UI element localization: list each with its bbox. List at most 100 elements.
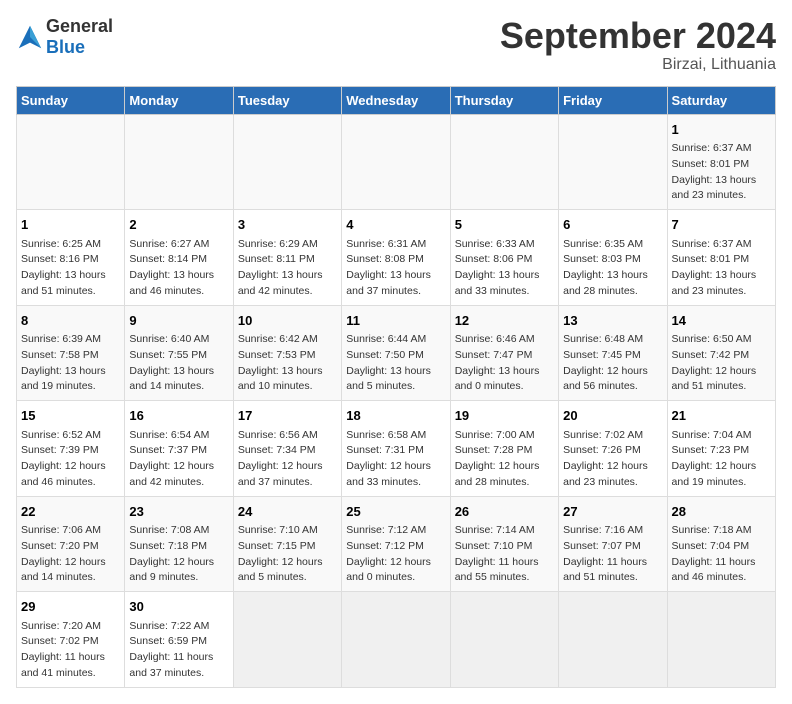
calendar-cell: 7Sunrise: 6:37 AMSunset: 8:01 PMDaylight…	[667, 210, 775, 306]
day-header-tuesday: Tuesday	[233, 86, 341, 114]
calendar-week-0: 1Sunrise: 6:37 AMSunset: 8:01 PMDaylight…	[17, 114, 776, 210]
calendar-cell: 10Sunrise: 6:42 AMSunset: 7:53 PMDayligh…	[233, 305, 341, 401]
calendar-cell	[233, 592, 341, 688]
calendar-cell: 16Sunrise: 6:54 AMSunset: 7:37 PMDayligh…	[125, 401, 233, 497]
calendar-cell: 30Sunrise: 7:22 AMSunset: 6:59 PMDayligh…	[125, 592, 233, 688]
day-info: Sunrise: 6:31 AMSunset: 8:08 PMDaylight:…	[346, 237, 445, 300]
calendar-cell	[233, 114, 341, 210]
day-info: Sunrise: 7:22 AMSunset: 6:59 PMDaylight:…	[129, 619, 228, 682]
calendar-cell: 28Sunrise: 7:18 AMSunset: 7:04 PMDayligh…	[667, 496, 775, 592]
calendar-cell: 26Sunrise: 7:14 AMSunset: 7:10 PMDayligh…	[450, 496, 558, 592]
day-info: Sunrise: 6:37 AMSunset: 8:01 PMDaylight:…	[672, 237, 771, 300]
calendar-cell	[342, 114, 450, 210]
calendar-cell: 22Sunrise: 7:06 AMSunset: 7:20 PMDayligh…	[17, 496, 125, 592]
calendar-cell	[559, 592, 667, 688]
calendar-cell: 23Sunrise: 7:08 AMSunset: 7:18 PMDayligh…	[125, 496, 233, 592]
calendar-cell: 5Sunrise: 6:33 AMSunset: 8:06 PMDaylight…	[450, 210, 558, 306]
day-info: Sunrise: 6:39 AMSunset: 7:58 PMDaylight:…	[21, 332, 120, 395]
calendar-cell: 8Sunrise: 6:39 AMSunset: 7:58 PMDaylight…	[17, 305, 125, 401]
calendar-cell: 20Sunrise: 7:02 AMSunset: 7:26 PMDayligh…	[559, 401, 667, 497]
day-number: 19	[455, 406, 554, 426]
logo-icon	[16, 23, 44, 51]
day-info: Sunrise: 7:04 AMSunset: 7:23 PMDaylight:…	[672, 428, 771, 491]
day-number: 4	[346, 215, 445, 235]
calendar-table: SundayMondayTuesdayWednesdayThursdayFrid…	[16, 86, 776, 688]
day-number: 13	[563, 311, 662, 331]
calendar-cell: 12Sunrise: 6:46 AMSunset: 7:47 PMDayligh…	[450, 305, 558, 401]
day-number: 1	[672, 120, 771, 140]
day-info: Sunrise: 7:02 AMSunset: 7:26 PMDaylight:…	[563, 428, 662, 491]
day-number: 24	[238, 502, 337, 522]
day-number: 17	[238, 406, 337, 426]
day-info: Sunrise: 6:35 AMSunset: 8:03 PMDaylight:…	[563, 237, 662, 300]
calendar-cell: 14Sunrise: 6:50 AMSunset: 7:42 PMDayligh…	[667, 305, 775, 401]
day-info: Sunrise: 7:18 AMSunset: 7:04 PMDaylight:…	[672, 523, 771, 586]
day-header-saturday: Saturday	[667, 86, 775, 114]
calendar-cell: 2Sunrise: 6:27 AMSunset: 8:14 PMDaylight…	[125, 210, 233, 306]
calendar-cell: 21Sunrise: 7:04 AMSunset: 7:23 PMDayligh…	[667, 401, 775, 497]
day-info: Sunrise: 7:10 AMSunset: 7:15 PMDaylight:…	[238, 523, 337, 586]
page-header: General Blue September 2024 Birzai, Lith…	[16, 16, 776, 74]
day-number: 1	[21, 215, 120, 235]
calendar-cell	[559, 114, 667, 210]
day-info: Sunrise: 6:50 AMSunset: 7:42 PMDaylight:…	[672, 332, 771, 395]
calendar-cell: 27Sunrise: 7:16 AMSunset: 7:07 PMDayligh…	[559, 496, 667, 592]
day-info: Sunrise: 7:16 AMSunset: 7:07 PMDaylight:…	[563, 523, 662, 586]
day-number: 30	[129, 597, 228, 617]
day-number: 6	[563, 215, 662, 235]
calendar-cell	[125, 114, 233, 210]
day-number: 11	[346, 311, 445, 331]
day-info: Sunrise: 6:25 AMSunset: 8:16 PMDaylight:…	[21, 237, 120, 300]
day-info: Sunrise: 7:00 AMSunset: 7:28 PMDaylight:…	[455, 428, 554, 491]
calendar-cell: 11Sunrise: 6:44 AMSunset: 7:50 PMDayligh…	[342, 305, 450, 401]
day-info: Sunrise: 6:56 AMSunset: 7:34 PMDaylight:…	[238, 428, 337, 491]
day-number: 5	[455, 215, 554, 235]
logo-blue-text: Blue	[46, 37, 85, 57]
calendar-cell: 6Sunrise: 6:35 AMSunset: 8:03 PMDaylight…	[559, 210, 667, 306]
day-info: Sunrise: 7:08 AMSunset: 7:18 PMDaylight:…	[129, 523, 228, 586]
day-number: 8	[21, 311, 120, 331]
logo-general-text: General	[46, 16, 113, 36]
day-number: 25	[346, 502, 445, 522]
day-number: 2	[129, 215, 228, 235]
day-info: Sunrise: 6:44 AMSunset: 7:50 PMDaylight:…	[346, 332, 445, 395]
calendar-cell	[667, 592, 775, 688]
day-number: 22	[21, 502, 120, 522]
logo: General Blue	[16, 16, 113, 58]
calendar-week-3: 15Sunrise: 6:52 AMSunset: 7:39 PMDayligh…	[17, 401, 776, 497]
calendar-cell: 29Sunrise: 7:20 AMSunset: 7:02 PMDayligh…	[17, 592, 125, 688]
day-header-monday: Monday	[125, 86, 233, 114]
day-info: Sunrise: 6:52 AMSunset: 7:39 PMDaylight:…	[21, 428, 120, 491]
day-number: 21	[672, 406, 771, 426]
day-number: 27	[563, 502, 662, 522]
calendar-cell: 17Sunrise: 6:56 AMSunset: 7:34 PMDayligh…	[233, 401, 341, 497]
day-info: Sunrise: 7:06 AMSunset: 7:20 PMDaylight:…	[21, 523, 120, 586]
day-number: 10	[238, 311, 337, 331]
calendar-cell: 24Sunrise: 7:10 AMSunset: 7:15 PMDayligh…	[233, 496, 341, 592]
calendar-cell: 15Sunrise: 6:52 AMSunset: 7:39 PMDayligh…	[17, 401, 125, 497]
day-info: Sunrise: 6:29 AMSunset: 8:11 PMDaylight:…	[238, 237, 337, 300]
calendar-week-4: 22Sunrise: 7:06 AMSunset: 7:20 PMDayligh…	[17, 496, 776, 592]
day-header-friday: Friday	[559, 86, 667, 114]
day-number: 9	[129, 311, 228, 331]
calendar-week-1: 1Sunrise: 6:25 AMSunset: 8:16 PMDaylight…	[17, 210, 776, 306]
day-info: Sunrise: 6:58 AMSunset: 7:31 PMDaylight:…	[346, 428, 445, 491]
day-info: Sunrise: 6:54 AMSunset: 7:37 PMDaylight:…	[129, 428, 228, 491]
calendar-week-2: 8Sunrise: 6:39 AMSunset: 7:58 PMDaylight…	[17, 305, 776, 401]
calendar-cell	[17, 114, 125, 210]
day-number: 14	[672, 311, 771, 331]
calendar-cell: 3Sunrise: 6:29 AMSunset: 8:11 PMDaylight…	[233, 210, 341, 306]
day-info: Sunrise: 6:42 AMSunset: 7:53 PMDaylight:…	[238, 332, 337, 395]
day-number: 16	[129, 406, 228, 426]
day-header-thursday: Thursday	[450, 86, 558, 114]
calendar-cell: 1Sunrise: 6:25 AMSunset: 8:16 PMDaylight…	[17, 210, 125, 306]
day-info: Sunrise: 6:48 AMSunset: 7:45 PMDaylight:…	[563, 332, 662, 395]
day-number: 28	[672, 502, 771, 522]
month-title: September 2024	[500, 16, 776, 56]
day-info: Sunrise: 6:27 AMSunset: 8:14 PMDaylight:…	[129, 237, 228, 300]
day-number: 12	[455, 311, 554, 331]
calendar-header-row: SundayMondayTuesdayWednesdayThursdayFrid…	[17, 86, 776, 114]
calendar-cell: 1Sunrise: 6:37 AMSunset: 8:01 PMDaylight…	[667, 114, 775, 210]
calendar-cell	[450, 592, 558, 688]
calendar-cell: 19Sunrise: 7:00 AMSunset: 7:28 PMDayligh…	[450, 401, 558, 497]
